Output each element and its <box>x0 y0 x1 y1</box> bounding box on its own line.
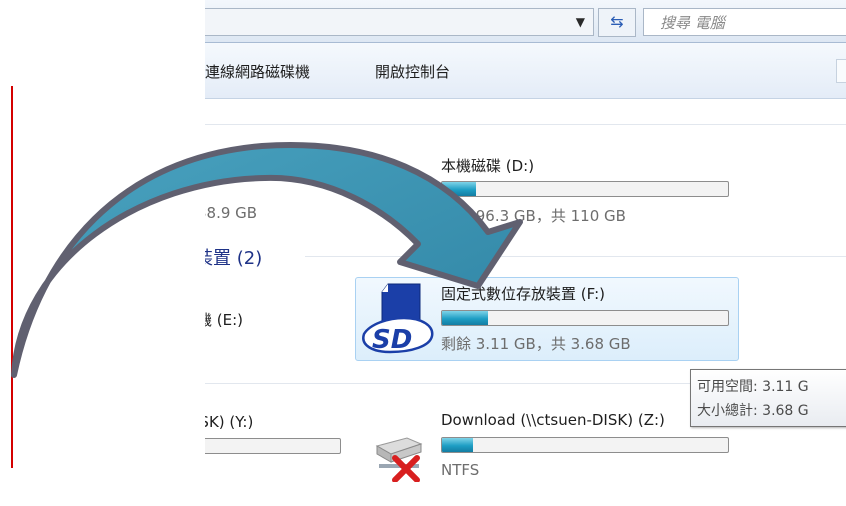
curved-arrow-annotation <box>11 142 523 378</box>
